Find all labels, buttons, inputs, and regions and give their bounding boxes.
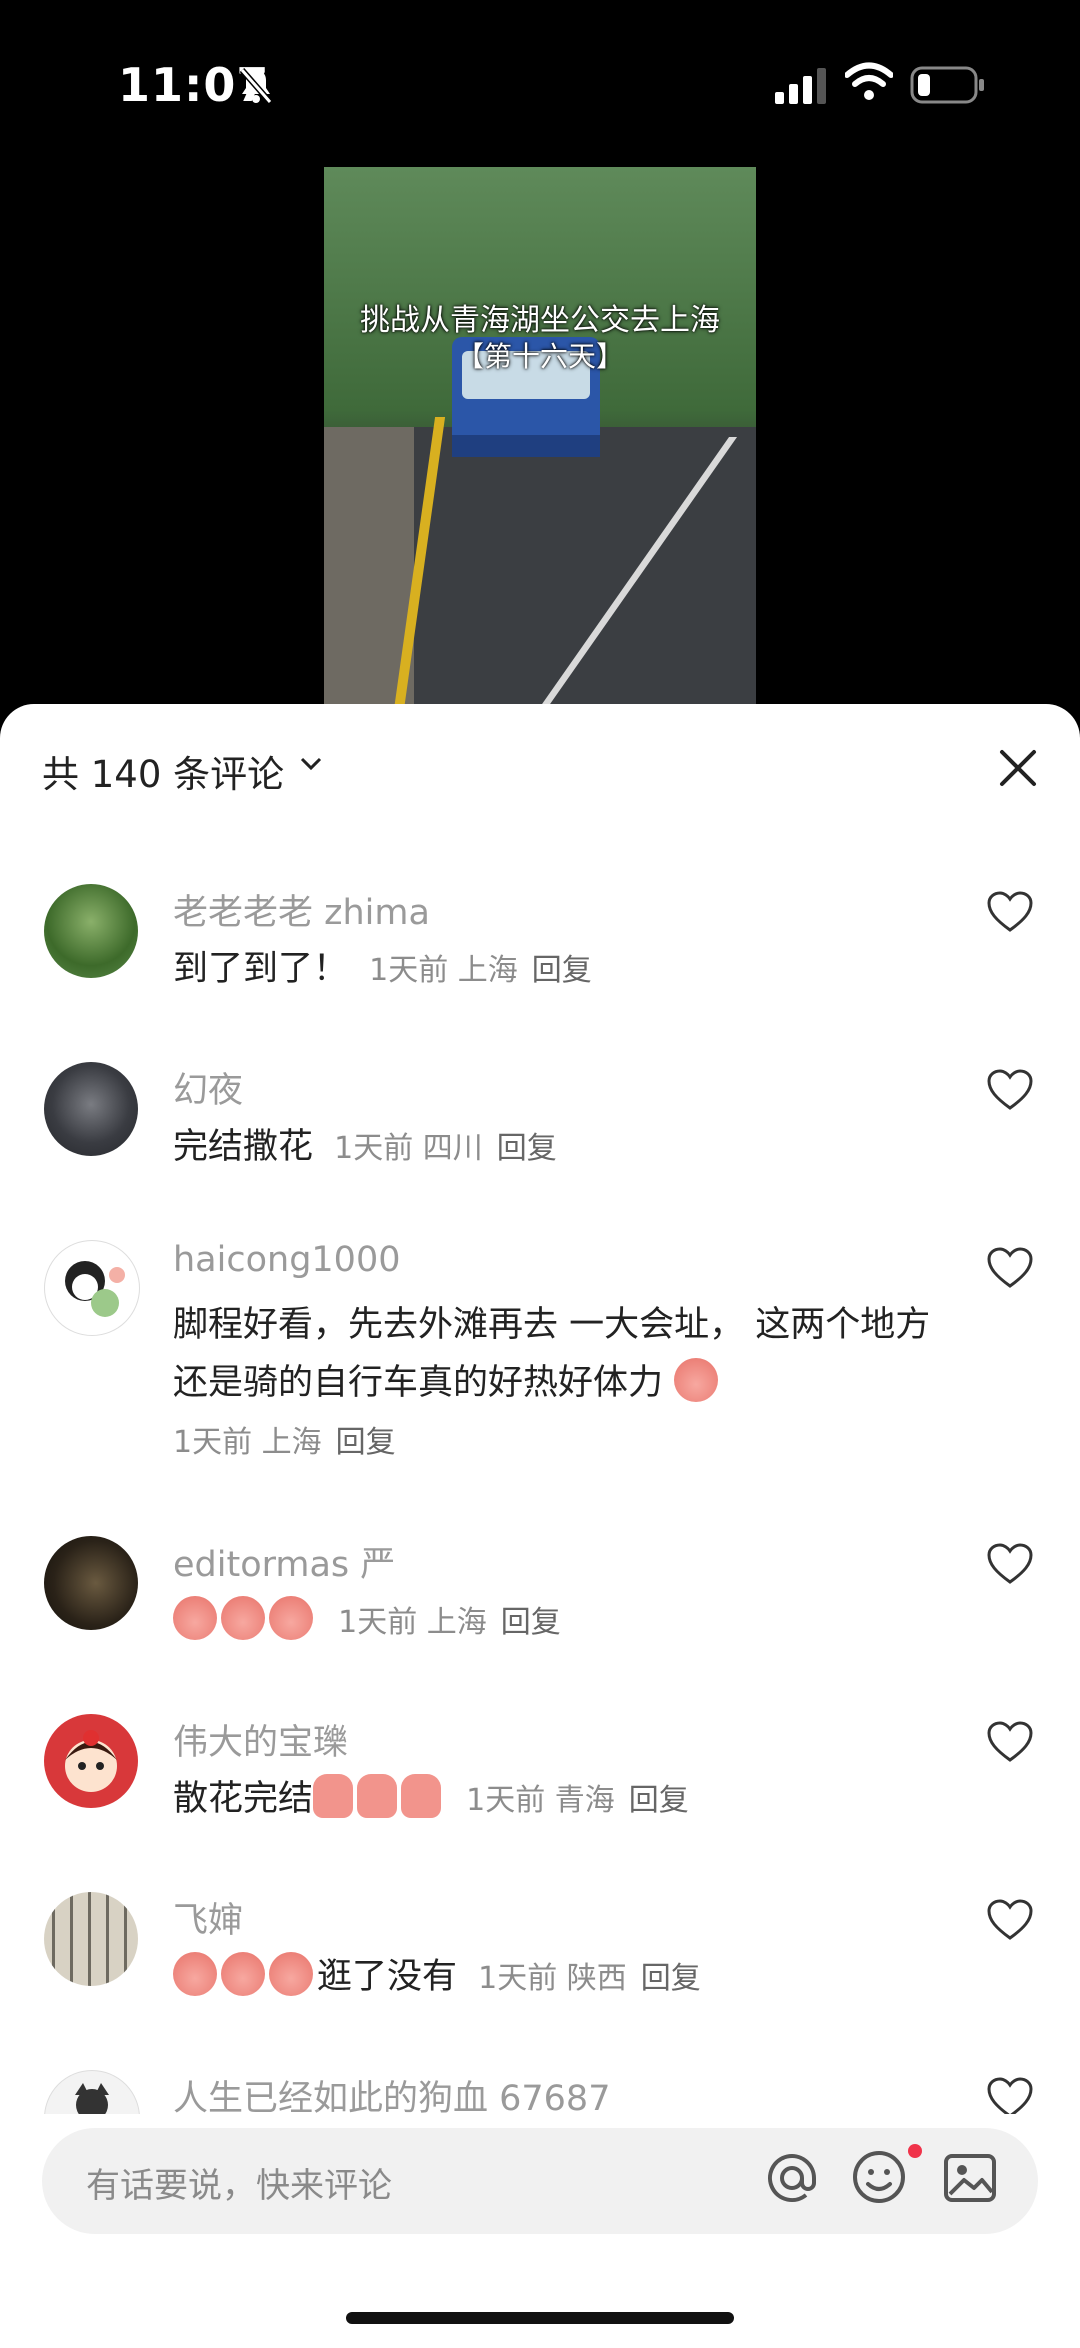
comment-time: 1天前 (334, 1131, 414, 1166)
image-picker-icon[interactable] (942, 2150, 998, 2206)
comment-location: 上海 (457, 953, 518, 988)
avatar[interactable] (44, 884, 138, 978)
peach-emoji-icon (221, 1952, 265, 1996)
like-heart-icon[interactable] (986, 1246, 1034, 1290)
bell-muted-icon (239, 68, 273, 104)
like-heart-icon[interactable] (986, 1068, 1034, 1112)
comment-body: 脚程好看，先去外滩再去 一大会址， 这两个地方还是骑的自行车真的好热好体力 (173, 1305, 931, 1403)
comment-body: 逛了没有 (317, 1957, 458, 1997)
peach-emoji-icon (674, 1358, 719, 1402)
video-caption-day: 【第十六天】 (455, 340, 624, 373)
avatar[interactable] (44, 1240, 140, 1336)
comment-text: 逛了没有 1天前 陕西 回复 (173, 1948, 933, 2008)
comment-location: 上海 (426, 1605, 487, 1640)
wifi-icon (845, 62, 893, 100)
avatar[interactable] (44, 1062, 138, 1156)
comment-time: 1天前 (478, 1961, 558, 1996)
comment-location: 四川 (422, 1131, 483, 1166)
comment-username[interactable]: editormas 严 (173, 1536, 395, 1587)
comment-body: 散花完结 (173, 1779, 314, 1819)
comment-item: 人生已经如此的狗血 67687 (0, 2070, 1080, 2114)
thumbs-up-emoji-icon (357, 1774, 398, 1818)
peach-emoji-icon (269, 1596, 313, 1640)
avatar[interactable] (44, 2070, 140, 2114)
comment-username[interactable]: 老老老老 zhima (173, 884, 430, 935)
comment-time: 1天前 (369, 953, 449, 988)
signal-icon (775, 68, 826, 104)
video-preview[interactable]: 挑战从青海湖坐公交去上海 【第十六天】 (324, 167, 756, 707)
reply-button[interactable]: 回复 (336, 1425, 396, 1460)
comment-time: 1天前 (466, 1783, 546, 1818)
home-indicator[interactable] (346, 2312, 734, 2324)
comment-text: 脚程好看，先去外滩再去 一大会址， 这两个地方还是骑的自行车真的好热好体力 1天… (173, 1296, 933, 1472)
comment-input-bar[interactable]: 有话要说，快来评论 (42, 2128, 1038, 2234)
comment-text: 散花完结 1天前 青海 回复 (173, 1770, 933, 1830)
avatar[interactable] (44, 1892, 138, 1986)
peach-emoji-icon (221, 1596, 265, 1640)
emoji-smile-icon[interactable] (850, 2148, 908, 2206)
peach-emoji-icon (173, 1596, 217, 1640)
reply-button[interactable]: 回复 (641, 1961, 701, 1996)
like-heart-icon[interactable] (986, 2076, 1034, 2114)
comment-body: 到了到了！ (173, 949, 349, 989)
comments-sheet: 共 140 条评论 老老老老 zhima 到了到了！ 1天前 上海 回复 幻夜 完… (0, 704, 1080, 2348)
reply-button[interactable]: 回复 (501, 1605, 561, 1640)
battery-icon (910, 66, 984, 104)
like-heart-icon[interactable] (986, 1720, 1034, 1764)
thumbs-up-emoji-icon (313, 1774, 354, 1818)
comment-text: 1天前 上海 回复 (173, 1592, 933, 1652)
avatar[interactable] (44, 1536, 138, 1630)
avatar[interactable] (44, 1714, 138, 1808)
comment-username[interactable]: haicong1000 (173, 1240, 400, 1280)
comment-username[interactable]: 人生已经如此的狗血 67687 (173, 2070, 610, 2114)
reply-button[interactable]: 回复 (532, 953, 592, 988)
peach-emoji-icon (173, 1952, 217, 1996)
mention-at-icon[interactable] (762, 2148, 822, 2208)
comment-time: 1天前 (173, 1425, 253, 1460)
like-heart-icon[interactable] (986, 1542, 1034, 1586)
comment-text: 到了到了！ 1天前 上海 回复 (173, 940, 933, 1000)
reply-button[interactable]: 回复 (629, 1783, 689, 1818)
comment-text: 完结撒花 1天前 四川 回复 (173, 1118, 933, 1178)
thumbs-up-emoji-icon (401, 1774, 442, 1818)
comment-location: 陕西 (566, 1961, 627, 1996)
like-heart-icon[interactable] (986, 890, 1034, 934)
comment-count-title[interactable]: 共 140 条评论 (42, 744, 284, 798)
comment-location: 青海 (554, 1783, 615, 1818)
reply-button[interactable]: 回复 (497, 1131, 557, 1166)
comment-location: 上海 (261, 1425, 322, 1460)
peach-emoji-icon (269, 1952, 313, 1996)
comment-body: 完结撒花 (173, 1127, 314, 1167)
comment-username[interactable]: 幻夜 (173, 1062, 243, 1113)
notification-dot (908, 2144, 922, 2158)
video-caption: 挑战从青海湖坐公交去上海 (360, 303, 720, 338)
close-icon[interactable] (996, 746, 1040, 790)
like-heart-icon[interactable] (986, 1898, 1034, 1942)
comment-time: 1天前 (338, 1605, 418, 1640)
comment-username[interactable]: 飞婶 (173, 1892, 243, 1943)
chevron-down-icon[interactable] (298, 754, 324, 774)
comment-username[interactable]: 伟大的宝瓅 (173, 1714, 348, 1765)
comment-input-placeholder[interactable]: 有话要说，快来评论 (86, 2158, 392, 2207)
